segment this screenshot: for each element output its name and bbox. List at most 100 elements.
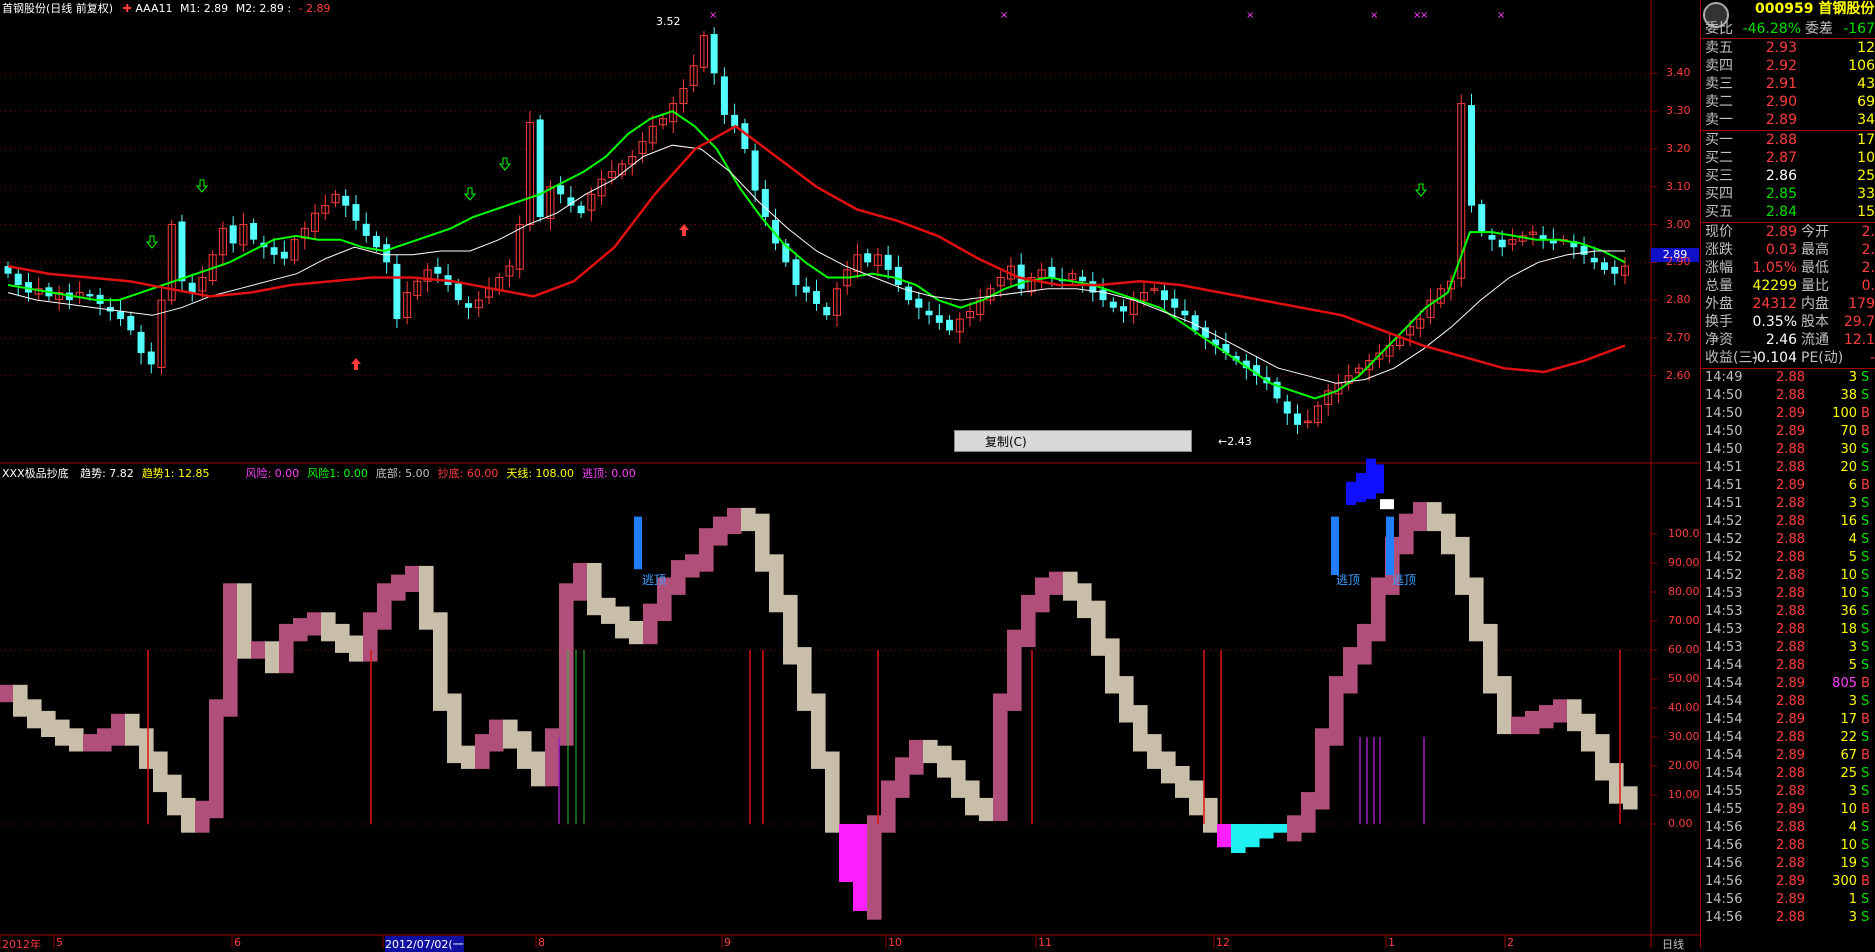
tick-price: 2.89 [1776, 802, 1805, 817]
copy-menu-item[interactable]: 复制(C) [954, 430, 1192, 452]
osc-negative-bar [1273, 824, 1288, 833]
osc-band-segment [1455, 536, 1470, 595]
candle-body [362, 223, 370, 236]
stat-value: 0.35% [1752, 314, 1797, 330]
osc-band-segment [993, 693, 1008, 822]
tick-price: 2.88 [1776, 568, 1805, 583]
tick-volume: 3 [1848, 910, 1857, 925]
tick-direction: S [1861, 892, 1870, 907]
panel-row: 外盘 24312 内盘 179 [1701, 295, 1875, 313]
osc-band-segment [503, 719, 518, 749]
osc-tick-label: 100.0 [1668, 527, 1700, 540]
tick-row: 14:54 2.88 5 S [1701, 657, 1875, 675]
price-tick-label: 3.10 [1666, 179, 1691, 193]
panel-row: 买一 2.88 17 [1701, 131, 1875, 149]
escape-bar [1331, 516, 1339, 575]
tick-time: 14:55 [1705, 784, 1743, 799]
down-arrow-icon [463, 187, 477, 201]
osc-band-segment [321, 612, 336, 642]
tick-row: 14:53 2.88 10 S [1701, 585, 1875, 603]
bid-price: 2.87 [1765, 150, 1797, 166]
osc-band-segment [251, 641, 266, 659]
osc-band-segment [1147, 734, 1162, 769]
tick-time: 14:54 [1705, 658, 1743, 673]
osc-band-segment [601, 597, 616, 624]
panel-row: 总量 42299 量比 0. [1701, 277, 1875, 295]
tick-row: 14:50 2.89 100 B [1701, 405, 1875, 423]
osc-band-segment [447, 693, 462, 764]
date-axis-label: 11 [1038, 936, 1052, 949]
ask-price: 2.89 [1765, 112, 1797, 128]
osc-band-segment [433, 612, 448, 711]
candle-body [802, 286, 810, 293]
tick-row: 14:50 2.88 38 S [1701, 387, 1875, 405]
stat-value-2: 2. [1861, 260, 1875, 276]
bid-label: 买一 [1705, 132, 1733, 148]
osc-band-segment [629, 621, 644, 645]
stock-title: 首钢股份(日线 前复权) [2, 2, 114, 15]
escape-label: 逃顶 [642, 573, 667, 587]
tick-price: 2.88 [1776, 442, 1805, 457]
osc-band-segment [1133, 705, 1148, 752]
ma-line-ma_mid [7, 144, 1625, 384]
tick-time: 14:56 [1705, 838, 1743, 853]
x-marker: × [1246, 10, 1254, 21]
osc-tick-label: 20.00 [1668, 759, 1700, 772]
candle-body [1099, 289, 1107, 301]
tick-price: 2.88 [1776, 730, 1805, 745]
tick-row: 14:54 2.89 805 B [1701, 675, 1875, 693]
bid-volume: 17 [1857, 132, 1875, 148]
osc-band-segment [489, 719, 504, 752]
osc-band-segment [13, 684, 28, 717]
tick-volume: 4 [1848, 820, 1857, 835]
osc-band-segment [573, 563, 588, 601]
tick-row: 14:54 2.88 25 S [1701, 765, 1875, 783]
tick-time: 14:51 [1705, 478, 1743, 493]
tick-direction: S [1861, 388, 1870, 403]
antenna-white [1380, 499, 1394, 510]
tick-row: 14:56 2.88 10 S [1701, 837, 1875, 855]
candle-body [894, 266, 902, 286]
osc-band-segment [587, 563, 602, 616]
tick-price: 2.89 [1776, 748, 1805, 763]
osc-band-segment [755, 513, 770, 572]
candle-body [352, 204, 360, 221]
tick-volume: 3 [1848, 784, 1857, 799]
tick-price: 2.88 [1776, 388, 1805, 403]
osc-band-segment [1301, 792, 1316, 833]
tick-volume: 805 [1832, 676, 1857, 691]
osc-band-segment [1077, 583, 1092, 619]
candle-body [1283, 401, 1291, 414]
osc-band-segment [1525, 710, 1540, 735]
osc-band-segment [923, 739, 938, 764]
panel-row: 委比 -46.28% 委差 -167 [1701, 20, 1875, 38]
down-arrow-icon [1414, 183, 1428, 197]
tick-price: 2.88 [1776, 784, 1805, 799]
tick-volume: 10 [1840, 568, 1857, 583]
tick-price: 2.88 [1776, 532, 1805, 547]
tick-volume: 67 [1840, 748, 1857, 763]
stat-label: 涨跌 [1705, 242, 1733, 258]
stat-value: 24312 [1752, 296, 1797, 312]
tick-row: 14:56 2.88 4 S [1701, 819, 1875, 837]
date-axis-label: 2012年 [2, 938, 41, 951]
ask-price: 2.92 [1765, 58, 1797, 74]
osc-band-segment [293, 618, 308, 642]
tick-time: 14:56 [1705, 856, 1743, 871]
tick-time: 14:50 [1705, 406, 1743, 421]
indicator-value: 风险1: 0.00 [307, 467, 368, 480]
osc-band-segment [1357, 623, 1372, 665]
candle-body [14, 273, 22, 286]
tick-volume: 38 [1840, 388, 1857, 403]
period-label[interactable]: 日线 [1662, 936, 1684, 952]
ask-label: 卖二 [1705, 94, 1733, 110]
ask-volume: 12 [1857, 40, 1875, 56]
candle-body [925, 310, 933, 316]
osc-band-segment [0, 684, 14, 703]
osc-band-segment [1343, 647, 1358, 694]
high-label: 3.52 [656, 15, 681, 28]
tick-price: 2.88 [1776, 766, 1805, 781]
osc-tick-label: 0.00 [1668, 817, 1693, 830]
tick-row: 14:55 2.89 10 B [1701, 801, 1875, 819]
x-marker: × [1420, 10, 1428, 21]
